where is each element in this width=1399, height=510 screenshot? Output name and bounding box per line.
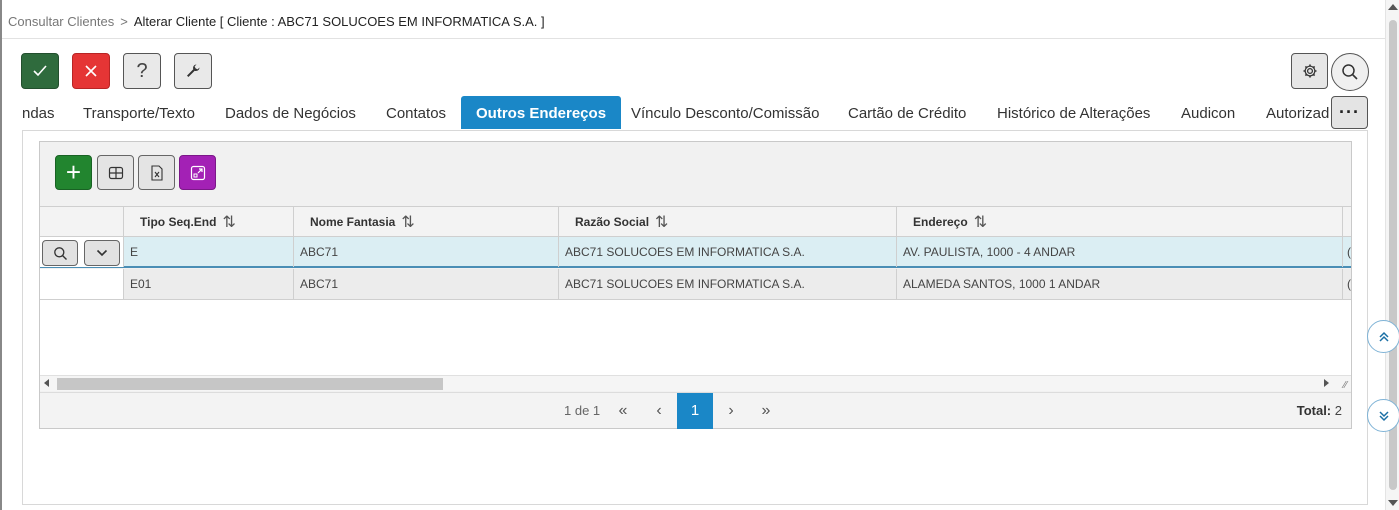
search-icon: [53, 246, 67, 260]
row-actions: [40, 237, 124, 267]
cell-razao-social: ABC71 SOLUCOES EM INFORMATICA S.A.: [559, 269, 897, 299]
table-row[interactable]: E01 ABC71 ABC71 SOLUCOES EM INFORMATICA …: [40, 269, 1351, 300]
tab-autorizacoes[interactable]: Autorizad: [1251, 96, 1332, 129]
current-page-button[interactable]: 1: [677, 393, 713, 429]
sort-icon[interactable]: ⇅: [974, 207, 987, 238]
grid-icon: [108, 166, 123, 179]
header-divider: [2, 38, 1385, 39]
tab-contatos[interactable]: Contatos: [371, 96, 461, 129]
cell-endereco: AV. PAULISTA, 1000 - 4 ANDAR: [897, 237, 1343, 267]
page-vertical-scrollbar[interactable]: [1385, 0, 1399, 510]
question-icon: ?: [136, 59, 148, 82]
sort-icon[interactable]: ⇅: [401, 207, 414, 238]
first-page-button[interactable]: «: [609, 393, 637, 429]
close-icon: [85, 65, 97, 77]
sort-icon[interactable]: ⇅: [222, 207, 235, 238]
column-header-razao-social[interactable]: Razão Social ⇅: [559, 207, 897, 237]
chevron-down-icon: [96, 249, 108, 257]
tab-vendas[interactable]: ndas: [7, 96, 70, 129]
grid-layout-button[interactable]: [97, 155, 134, 190]
cell-razao-social: ABC71 SOLUCOES EM INFORMATICA S.A.: [559, 237, 897, 267]
table-header: Tipo Seq.End ⇅ Nome Fantasia ⇅ Razão Socia…: [40, 206, 1351, 237]
column-header-label: Endereço: [913, 215, 968, 229]
more-icon: ···: [1339, 102, 1360, 122]
scroll-up-arrow-icon[interactable]: [1388, 4, 1398, 10]
tools-button[interactable]: [174, 53, 212, 89]
gear-icon: [1303, 64, 1316, 78]
check-icon: [33, 65, 47, 77]
total-count: Total: 2: [1297, 393, 1342, 429]
cell-tipo-seq-end: E01: [124, 269, 294, 299]
cell-endereco: ALAMEDA SANTOS, 1000 1 ANDAR: [897, 269, 1343, 299]
column-header-actions: [40, 207, 124, 237]
tab-audicon[interactable]: Audicon: [1166, 96, 1250, 129]
next-page-button[interactable]: ›: [717, 393, 745, 429]
page-info: 1 de 1: [564, 403, 601, 418]
tab-bar: ndas Transporte/Texto Dados de Negócios …: [2, 96, 1332, 130]
breadcrumb-root-link[interactable]: Consultar Clientes: [8, 14, 114, 29]
page-title: Alterar Cliente [ Cliente : ABC71 SOLUCO…: [133, 14, 545, 29]
export-excel-button[interactable]: [138, 155, 175, 190]
search-icon: [1342, 64, 1358, 80]
tab-vinculo-desconto-comissao[interactable]: Vínculo Desconto/Comissão: [616, 96, 834, 129]
row-actions: [40, 269, 124, 299]
wrench-icon: [187, 64, 200, 77]
breadcrumb-separator: >: [120, 14, 128, 29]
table-empty-area: [40, 300, 1351, 375]
cancel-button[interactable]: [72, 53, 110, 89]
confirm-button[interactable]: [21, 53, 59, 89]
double-chevron-down-icon: [1378, 410, 1389, 421]
column-header-endereco[interactable]: Endereço ⇅: [897, 207, 1343, 237]
plus-icon: +: [65, 157, 82, 187]
total-label: Total:: [1296, 403, 1332, 418]
scroll-to-top-button[interactable]: [1367, 320, 1399, 353]
cell-overflow: (: [1347, 245, 1351, 259]
resize-grip-icon[interactable]: ⁄⁄: [1344, 380, 1347, 391]
cell-nome-fantasia: ABC71: [294, 237, 559, 267]
previous-page-button[interactable]: ‹: [645, 393, 673, 429]
row-view-button[interactable]: [42, 240, 78, 266]
tab-dados-de-negocios[interactable]: Dados de Negócios: [210, 96, 371, 129]
table-row[interactable]: E ABC71 ABC71 SOLUCOES EM INFORMATICA S.…: [40, 237, 1351, 268]
horizontal-scrollbar-thumb[interactable]: [57, 378, 443, 390]
last-page-button[interactable]: »: [752, 393, 780, 429]
column-header-nome-fantasia[interactable]: Nome Fantasia ⇅: [294, 207, 559, 237]
tab-transporte-texto[interactable]: Transporte/Texto: [68, 96, 210, 129]
scroll-left-arrow-icon[interactable]: [44, 379, 49, 387]
expand-grid-button[interactable]: [179, 155, 216, 190]
double-chevron-up-icon: [1378, 331, 1389, 342]
pagination: 1 de 1 « ‹ 1 › » Total: 2: [40, 392, 1351, 429]
app-window: Consultar Clientes > Alterar Cliente [ Cli…: [0, 0, 1399, 510]
tab-outros-enderecos[interactable]: Outros Endereços: [461, 96, 622, 129]
scroll-right-arrow-icon[interactable]: [1324, 379, 1329, 387]
column-header-label: Razão Social: [575, 215, 650, 229]
tab-historico-de-alteracoes[interactable]: Histórico de Alterações: [982, 96, 1165, 129]
total-value: 2: [1334, 403, 1342, 418]
add-address-button[interactable]: +: [55, 155, 92, 190]
help-button[interactable]: ?: [123, 53, 161, 89]
expand-icon: [190, 165, 205, 180]
column-header-label: Tipo Seq.End: [140, 215, 217, 229]
scroll-down-arrow-icon[interactable]: [1388, 500, 1398, 506]
tab-cartao-de-credito[interactable]: Cartão de Crédito: [833, 96, 981, 129]
settings-button[interactable]: [1291, 53, 1328, 89]
cell-overflow: (: [1347, 277, 1351, 291]
tabs-more-button[interactable]: ···: [1331, 96, 1368, 129]
excel-file-icon: [150, 164, 163, 181]
sort-icon[interactable]: ⇅: [655, 207, 668, 238]
cell-tipo-seq-end: E: [124, 237, 294, 267]
scroll-to-bottom-button[interactable]: [1367, 399, 1399, 432]
row-menu-button[interactable]: [84, 240, 120, 266]
addresses-grid: + Tipo Seq.End ⇅ Nome Fantasia ⇅ Razão Soc…: [39, 141, 1352, 429]
cell-nome-fantasia: ABC71: [294, 269, 559, 299]
breadcrumb: Consultar Clientes > Alterar Cliente [ Cli…: [8, 14, 545, 29]
table-horizontal-scrollbar[interactable]: ⁄⁄: [40, 375, 1351, 391]
search-button[interactable]: [1331, 53, 1369, 91]
column-header-tipo-seq-end[interactable]: Tipo Seq.End ⇅: [124, 207, 294, 237]
column-header-label: Nome Fantasia: [310, 215, 396, 229]
